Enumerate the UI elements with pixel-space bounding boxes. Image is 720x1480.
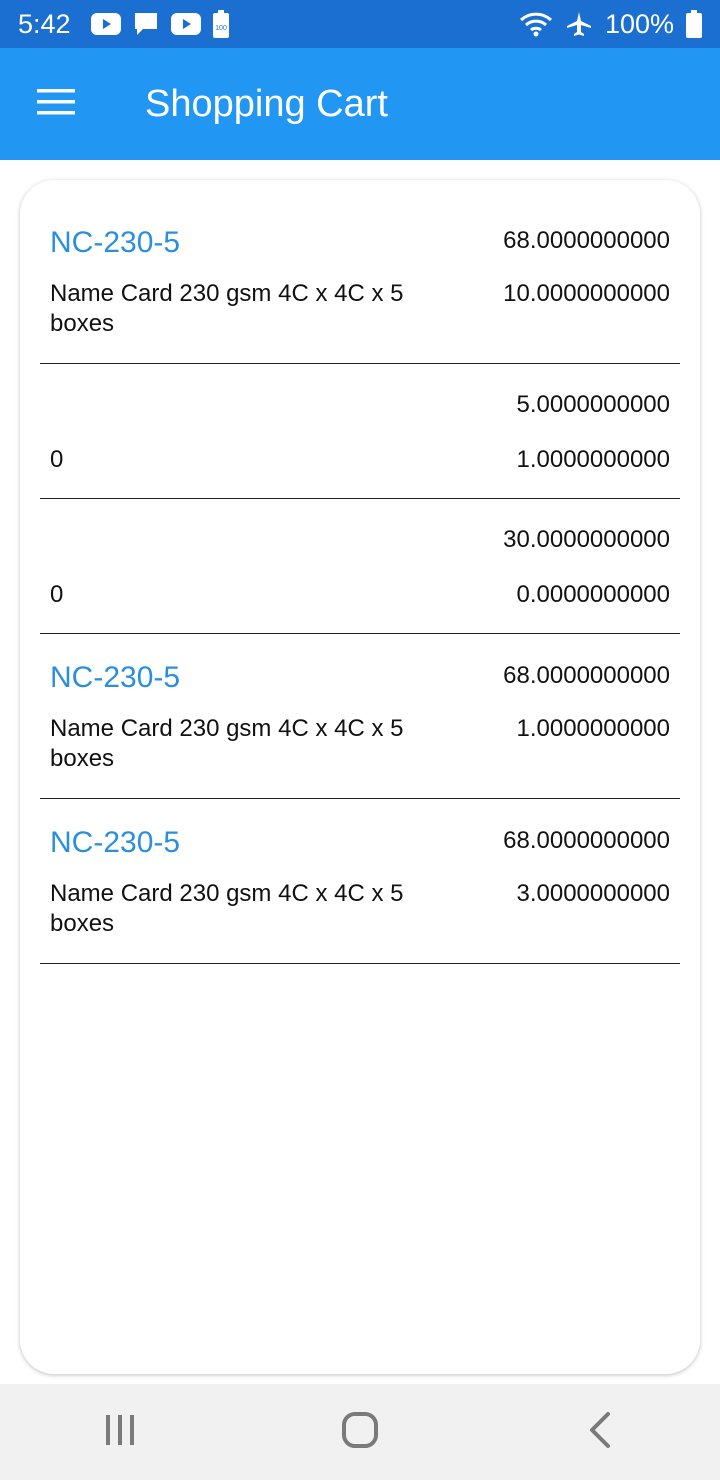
cart-item[interactable]: 30.0000000000 0 0.0000000000 [40, 499, 680, 634]
airplane-icon [565, 10, 593, 38]
battery-percent: 100% [604, 8, 674, 39]
system-nav-bar [0, 1384, 720, 1480]
home-icon [341, 1411, 379, 1454]
page-title: Shopping Cart [145, 82, 388, 125]
status-bar: 5:42 100 100% [0, 0, 720, 48]
item-value-2: 3.0000000000 [516, 880, 671, 907]
hamburger-menu-icon [37, 88, 75, 121]
youtube-icon [90, 13, 121, 35]
message-icon [133, 11, 159, 37]
item-code: NC-230-5 [50, 226, 181, 259]
home-button[interactable] [300, 1384, 420, 1480]
cart-card: NC-230-5 68.0000000000 Name Card 230 gsm… [20, 180, 700, 1374]
item-description: Name Card 230 gsm 4C x 4C x 5 boxes [50, 715, 404, 772]
item-value-1: 5.0000000000 [516, 391, 671, 418]
item-value-2: 1.0000000000 [516, 715, 671, 742]
item-value-1: 30.0000000000 [503, 526, 670, 553]
cart-item[interactable]: 5.0000000000 0 1.0000000000 [40, 364, 680, 499]
item-description: 0 [50, 581, 64, 608]
status-time: 5:42 [18, 8, 71, 39]
back-button[interactable] [540, 1384, 660, 1480]
item-code: NC-230-5 [50, 661, 181, 694]
cart-item[interactable]: NC-230-5 68.0000000000 Name Card 230 gsm… [40, 799, 680, 964]
recent-apps-button[interactable] [60, 1384, 180, 1480]
recent-apps-icon [103, 1413, 137, 1452]
item-description: 0 [50, 446, 64, 473]
cart-item[interactable]: NC-230-5 68.0000000000 Name Card 230 gsm… [40, 180, 680, 364]
item-value-2: 0.0000000000 [516, 581, 671, 608]
item-description: Name Card 230 gsm 4C x 4C x 5 boxes [50, 280, 404, 337]
cart-item[interactable]: NC-230-5 68.0000000000 Name Card 230 gsm… [40, 634, 680, 799]
wifi-icon [519, 11, 553, 37]
app-bar: Shopping Cart [0, 48, 720, 160]
item-value-1: 68.0000000000 [503, 662, 670, 689]
youtube-icon [170, 13, 201, 35]
battery-saver-icon: 100 [212, 10, 229, 38]
item-description: Name Card 230 gsm 4C x 4C x 5 boxes [50, 880, 404, 937]
menu-button[interactable] [0, 48, 112, 160]
battery-icon [686, 10, 702, 38]
battery-saver-label: 100 [215, 25, 227, 32]
item-value-1: 68.0000000000 [503, 827, 670, 854]
item-value-1: 68.0000000000 [503, 227, 670, 254]
item-code: NC-230-5 [50, 826, 181, 859]
item-value-2: 10.0000000000 [503, 280, 670, 307]
item-value-2: 1.0000000000 [516, 446, 671, 473]
back-icon [587, 1411, 613, 1454]
